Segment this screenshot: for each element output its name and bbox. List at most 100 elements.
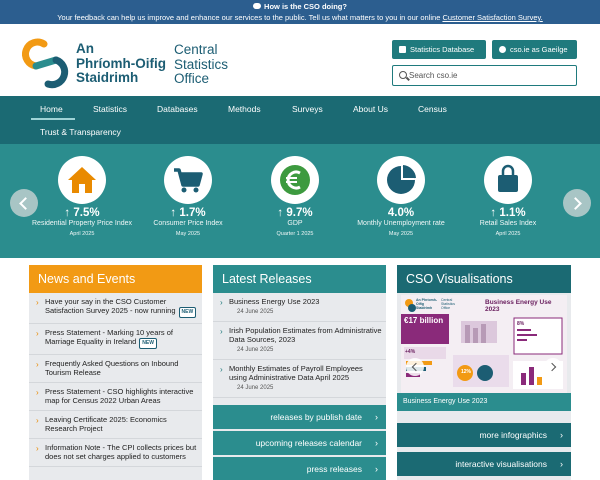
news-item-text: Press Statement - CSO highlights interac… bbox=[45, 387, 194, 405]
chevron-right-icon: › bbox=[220, 327, 223, 336]
chat-bubble-icon bbox=[253, 3, 262, 9]
chevron-right-icon: › bbox=[36, 360, 39, 369]
gaeilge-label: cso.ie as Gaeilge bbox=[510, 45, 568, 54]
logo-en-line: Central bbox=[174, 42, 218, 57]
stat-value: ↑ 7.5% bbox=[64, 207, 100, 219]
stat-label: Retail Sales Index bbox=[479, 220, 537, 227]
chevron-right-icon: › bbox=[375, 412, 378, 422]
release-item[interactable]: › Monthly Estimates of Payroll Employees… bbox=[213, 360, 386, 398]
visualisations-heading: CSO Visualisations bbox=[397, 265, 571, 293]
statistics-database-button[interactable]: Statistics Database bbox=[392, 40, 486, 59]
stat-card-unemployment[interactable]: 4.0% Monthly Unemployment rate May 2025 bbox=[345, 156, 457, 239]
stat-value: ↑ 1.1% bbox=[490, 207, 526, 219]
gaeilge-button[interactable]: cso.ie as Gaeilge bbox=[492, 40, 577, 59]
upcoming-releases-link[interactable]: upcoming releases calendar › bbox=[213, 431, 386, 455]
stat-date: April 2025 bbox=[69, 231, 95, 237]
stat-label: GDP bbox=[287, 220, 303, 227]
release-item[interactable]: › Business Energy Use 2023 24 June 2025 bbox=[213, 293, 386, 322]
infographic-caption[interactable]: Business Energy Use 2023 bbox=[397, 393, 571, 411]
news-item-text: Frequently Asked Questions on Inbound To… bbox=[45, 359, 179, 377]
euro-icon bbox=[280, 165, 310, 195]
logo-ga-line: Staidrimh bbox=[76, 70, 139, 85]
nav-trust-transparency[interactable]: Trust & Transparency bbox=[40, 127, 121, 137]
stat-icon-circle bbox=[271, 156, 319, 204]
house-icon bbox=[68, 167, 96, 193]
carousel-next-button[interactable] bbox=[563, 189, 591, 217]
release-title: Business Energy Use 2023 bbox=[229, 297, 320, 306]
cso-logo-icon[interactable] bbox=[22, 38, 70, 90]
nav-methods[interactable]: Methods bbox=[228, 104, 261, 114]
more-infographics-link[interactable]: more infographics › bbox=[397, 423, 571, 447]
statistics-database-label: Statistics Database bbox=[410, 45, 475, 54]
nav-about-us[interactable]: About Us bbox=[353, 104, 388, 114]
pie-chart-icon bbox=[387, 165, 416, 194]
stat-date: May 2025 bbox=[175, 231, 201, 237]
infographic-title: Business Energy Use 2023 bbox=[485, 299, 552, 313]
link-label: press releases bbox=[306, 464, 362, 474]
stat-icon-circle bbox=[58, 156, 106, 204]
news-item[interactable]: › Press Statement - CSO highlights inter… bbox=[29, 383, 202, 411]
customer-survey-link[interactable]: Customer Satisfaction Survey. bbox=[442, 13, 542, 22]
stat-card-gdp[interactable]: ↑ 9.7% GDP Quarter 1 2025 bbox=[239, 156, 351, 239]
chevron-right-icon: › bbox=[375, 464, 378, 474]
press-releases-link[interactable]: press releases › bbox=[213, 457, 386, 480]
logo-en-line: Statistics bbox=[174, 56, 229, 72]
nav-active-indicator bbox=[31, 118, 75, 120]
logo-en-line: Office bbox=[174, 71, 210, 86]
feedback-body: Your feedback can help us improve and en… bbox=[57, 13, 443, 22]
nav-databases[interactable]: Databases bbox=[157, 104, 198, 114]
news-events-panel: News and Events › Have your say in the C… bbox=[29, 265, 202, 480]
site-header: An Phríomh-Oifig Staidrimh Central Stati… bbox=[0, 24, 600, 96]
release-date: 24 June 2025 bbox=[237, 385, 274, 391]
stat-date: May 2025 bbox=[388, 231, 414, 237]
stat-date: Quarter 1 2025 bbox=[276, 231, 314, 237]
latest-releases-heading: Latest Releases bbox=[213, 265, 386, 293]
nav-surveys[interactable]: Surveys bbox=[292, 104, 323, 114]
release-item[interactable]: › Irish Population Estimates from Admini… bbox=[213, 322, 386, 360]
nav-statistics[interactable]: Statistics bbox=[93, 104, 127, 114]
chevron-right-icon: › bbox=[375, 438, 378, 448]
stat-card-retail-sales[interactable]: ↑ 1.1% Retail Sales Index April 2025 bbox=[452, 156, 564, 239]
search-input[interactable] bbox=[409, 69, 569, 82]
release-links: releases by publish date › upcoming relea… bbox=[213, 405, 386, 480]
logo-english-name: Central Statistics Office bbox=[174, 42, 229, 87]
news-item-text: Have your say in the CSO Customer Satisf… bbox=[45, 297, 176, 315]
infographic-image[interactable]: An Phríomh-Oifig Staidrimh Central Stati… bbox=[401, 295, 567, 394]
link-label: upcoming releases calendar bbox=[255, 438, 362, 448]
infographic-next-button[interactable] bbox=[544, 358, 562, 376]
nav-census[interactable]: Census bbox=[418, 104, 447, 114]
releases-by-date-link[interactable]: releases by publish date › bbox=[213, 405, 386, 429]
infographic-logo-en: Central Statistics Office bbox=[441, 298, 456, 310]
feedback-banner: How is the CSO doing? Your feedback can … bbox=[0, 0, 600, 24]
infographic-percent: +4% bbox=[405, 349, 416, 355]
chevron-right-icon: › bbox=[36, 329, 39, 338]
stat-label: Consumer Price Index bbox=[153, 220, 223, 227]
stat-icon-circle bbox=[484, 156, 532, 204]
infographic-logo-ga: An Phríomh-Oifig Staidrimh bbox=[416, 298, 437, 310]
infographic-prev-button[interactable] bbox=[406, 358, 424, 376]
infographic-percent: 8% bbox=[517, 321, 525, 327]
news-item[interactable]: › Leaving Certificate 2025: Economics Re… bbox=[29, 411, 202, 439]
news-item[interactable]: › Press Statement - Marking 10 years of … bbox=[29, 324, 202, 355]
nav-home[interactable]: Home bbox=[40, 104, 63, 114]
link-label: releases by publish date bbox=[270, 412, 362, 422]
news-events-heading: News and Events bbox=[29, 265, 202, 293]
news-item[interactable]: › Information Note - The CPI collects pr… bbox=[29, 439, 202, 467]
globe-icon bbox=[499, 46, 506, 53]
release-date: 24 June 2025 bbox=[237, 347, 274, 353]
latest-releases-panel: Latest Releases › Business Energy Use 20… bbox=[213, 265, 386, 480]
infographic-big-value: €17 billion bbox=[404, 316, 444, 325]
stat-card-property-price[interactable]: ↑ 7.5% Residential Property Price Index … bbox=[26, 156, 138, 239]
stat-value: ↑ 9.7% bbox=[277, 207, 313, 219]
release-title: Monthly Estimates of Payroll Employees u… bbox=[229, 364, 363, 382]
new-badge: NEW bbox=[139, 338, 157, 349]
news-item-text: Leaving Certificate 2025: Economics Rese… bbox=[45, 415, 167, 433]
interactive-visualisations-link[interactable]: interactive visualisations › bbox=[397, 452, 571, 476]
shopping-cart-icon bbox=[174, 168, 203, 193]
chevron-right-icon: › bbox=[36, 298, 39, 307]
news-item[interactable]: › Have your say in the CSO Customer Sati… bbox=[29, 293, 202, 324]
stat-card-cpi[interactable]: ↑ 1.7% Consumer Price Index May 2025 bbox=[132, 156, 244, 239]
infographic-percent: 12% bbox=[461, 369, 472, 375]
stat-date: April 2025 bbox=[495, 231, 521, 237]
news-item[interactable]: › Frequently Asked Questions on Inbound … bbox=[29, 355, 202, 383]
